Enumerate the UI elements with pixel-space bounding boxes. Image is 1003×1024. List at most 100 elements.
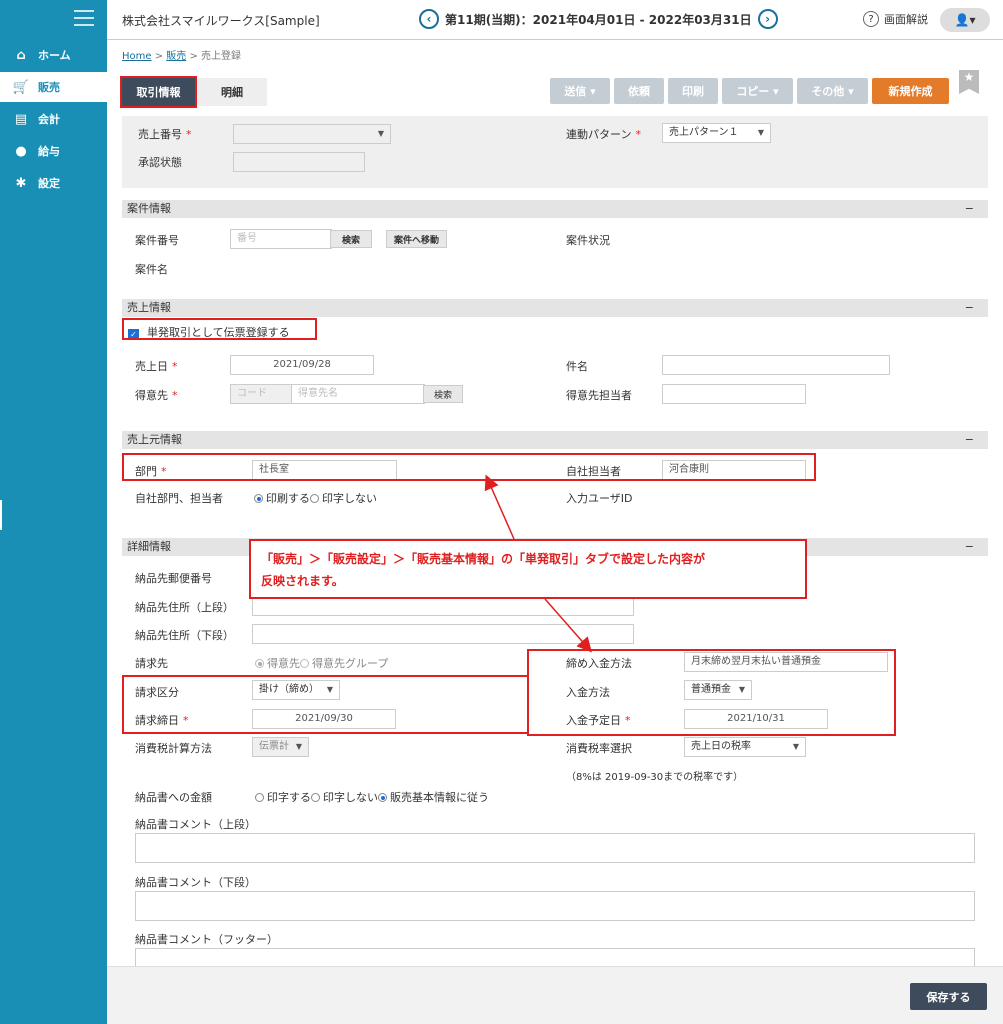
tab-details[interactable]: 明細: [197, 78, 267, 106]
customer-rep-input[interactable]: [662, 384, 806, 404]
chevron-down-icon: ▼: [757, 128, 764, 137]
subject-input[interactable]: [662, 355, 890, 375]
radio-icon: [255, 793, 264, 802]
comment-footer-label: 納品書コメント（フッター）: [135, 933, 278, 946]
customer-code-input[interactable]: コード: [230, 384, 292, 404]
sales-date-input[interactable]: 2021/09/28: [230, 355, 374, 375]
radio-icon: [311, 793, 320, 802]
section-case-info: 案件情報 −: [122, 200, 988, 218]
sidebar-resize-handle[interactable]: [0, 500, 2, 530]
tax-calc-select: 伝票計 ▼: [252, 737, 309, 757]
callout-line-2: 反映されます。: [261, 574, 344, 588]
addr2-input[interactable]: [252, 624, 634, 644]
radio-icon: [378, 793, 387, 802]
chevron-down-icon: ▼: [792, 742, 799, 751]
breadcrumb-sep: >: [151, 51, 167, 62]
approval-field: [233, 152, 365, 172]
breadcrumb: Home > 販売 > 売上登録: [122, 47, 241, 62]
comment-bottom-label: 納品書コメント（下段）: [135, 876, 256, 889]
subject-label: 件名: [566, 360, 588, 373]
sidebar-item-accounting[interactable]: ▤ 会計: [0, 104, 107, 134]
sales-no-select[interactable]: ▼: [233, 124, 391, 144]
sidebar-item-label: ホーム: [38, 49, 71, 62]
highlight-box: [527, 649, 896, 736]
send-button[interactable]: 送信 ▾: [550, 78, 610, 104]
bookmark-star-icon[interactable]: ★: [959, 70, 979, 94]
case-name-label: 案件名: [135, 263, 168, 276]
footer-bar: 保存する: [107, 966, 1003, 1024]
print-dept-radio-group[interactable]: 印刷する 印字しない: [254, 490, 377, 506]
collapse-icon[interactable]: −: [965, 200, 974, 218]
fiscal-period: ‹ 第11期(当期)：2021年04月01日 - 2022年03月31日 ›: [419, 9, 778, 29]
radio-icon: [255, 659, 264, 668]
other-button[interactable]: その他 ▾: [797, 78, 868, 104]
save-button[interactable]: 保存する: [910, 983, 987, 1010]
case-search-button[interactable]: 検索: [330, 230, 372, 248]
collapse-icon[interactable]: −: [965, 538, 974, 556]
calculator-icon: ▤: [14, 111, 28, 127]
breadcrumb-current: 売上登録: [201, 51, 242, 62]
addr1-input[interactable]: [252, 596, 634, 616]
copy-button[interactable]: コピー ▾: [722, 78, 793, 104]
case-no-input[interactable]: 番号: [230, 229, 332, 249]
gear-icon: ✱: [15, 175, 27, 191]
prev-period-icon[interactable]: ‹: [419, 9, 439, 29]
comment-bottom-input[interactable]: [135, 891, 975, 921]
tab-transaction-info[interactable]: 取引情報: [120, 76, 197, 108]
annotation-callout: 「販売」＞「販売設定」＞「販売基本情報」の「単発取引」タブで設定した内容が 反映…: [249, 539, 807, 599]
money-bag-icon: ●: [15, 143, 27, 159]
billto-radio-group[interactable]: 得意先 得意先グループ: [255, 655, 388, 671]
question-icon: ?: [863, 11, 879, 27]
breadcrumb-sep: >: [186, 51, 202, 62]
collapse-icon[interactable]: −: [965, 299, 974, 317]
sales-no-label: 売上番号 *: [138, 128, 192, 141]
sidebar-item-settings[interactable]: ✱ 設定: [0, 168, 107, 198]
print-button[interactable]: 印刷: [668, 78, 718, 104]
customer-rep-label: 得意先担当者: [566, 389, 632, 402]
link-pattern-select[interactable]: 売上パターン１ ▼: [662, 123, 771, 143]
help-label: 画面解説: [884, 13, 928, 26]
breadcrumb-sales[interactable]: 販売: [166, 51, 186, 62]
chevron-down-icon: ▼: [295, 742, 302, 751]
customer-name-input[interactable]: 得意先名: [291, 384, 425, 404]
collapse-icon[interactable]: −: [965, 431, 974, 449]
period-text: 第11期(当期)：2021年04月01日 - 2022年03月31日: [445, 12, 752, 27]
customer-label: 得意先 *: [135, 389, 178, 402]
user-menu[interactable]: 👤▾: [940, 8, 990, 32]
sidebar-item-home[interactable]: ⌂ ホーム: [0, 40, 107, 70]
section-source-info: 売上元情報 −: [122, 431, 988, 449]
amount-label: 納品書への金額: [135, 791, 212, 804]
sidebar: ⌂ ホーム 🛒 販売 ▤ 会計 ● 給与 ✱ 設定: [0, 0, 107, 1024]
help-button[interactable]: ? 画面解説: [863, 11, 928, 27]
tax-note: （8%は 2019-09-30までの税率です）: [566, 772, 744, 783]
link-pattern-label: 連動パターン *: [566, 128, 641, 141]
arrow-to-source-info: [484, 474, 515, 540]
comment-footer-input[interactable]: [135, 948, 975, 966]
tax-rate-select[interactable]: 売上日の税率 ▼: [684, 737, 806, 757]
hamburger-menu-icon[interactable]: [74, 10, 94, 26]
section-sales-info: 売上情報 −: [122, 299, 988, 317]
home-icon: ⌂: [16, 47, 26, 63]
breadcrumb-home[interactable]: Home: [122, 51, 152, 62]
sidebar-item-payroll[interactable]: ● 給与: [0, 136, 107, 166]
sales-date-label: 売上日 *: [135, 360, 178, 373]
new-create-button[interactable]: 新規作成: [872, 78, 949, 104]
radio-icon: [310, 494, 319, 503]
customer-search-button[interactable]: 検索: [423, 385, 463, 403]
move-to-case-button[interactable]: 案件へ移動: [386, 230, 447, 248]
request-button[interactable]: 依頼: [614, 78, 664, 104]
tax-calc-label: 消費税計算方法: [135, 742, 212, 755]
next-period-icon[interactable]: ›: [757, 9, 778, 29]
case-status-label: 案件状況: [566, 234, 610, 247]
sidebar-item-sales[interactable]: 🛒 販売: [0, 72, 107, 102]
comment-top-input[interactable]: [135, 833, 975, 863]
billto-label: 請求先: [135, 657, 168, 670]
sidebar-item-label: 会計: [38, 113, 60, 126]
highlight-box: [122, 318, 317, 340]
sidebar-item-label: 給与: [38, 145, 60, 158]
amount-radio-group[interactable]: 印字する 印字しない 販売基本情報に従う: [255, 789, 489, 805]
tax-rate-label: 消費税率選択: [566, 742, 632, 755]
top-header: 株式会社スマイルワークス[Sample] ‹ 第11期(当期)：2021年04月…: [107, 0, 1003, 40]
radio-icon: [254, 494, 263, 503]
addr1-label: 納品先住所（上段）: [135, 601, 234, 614]
